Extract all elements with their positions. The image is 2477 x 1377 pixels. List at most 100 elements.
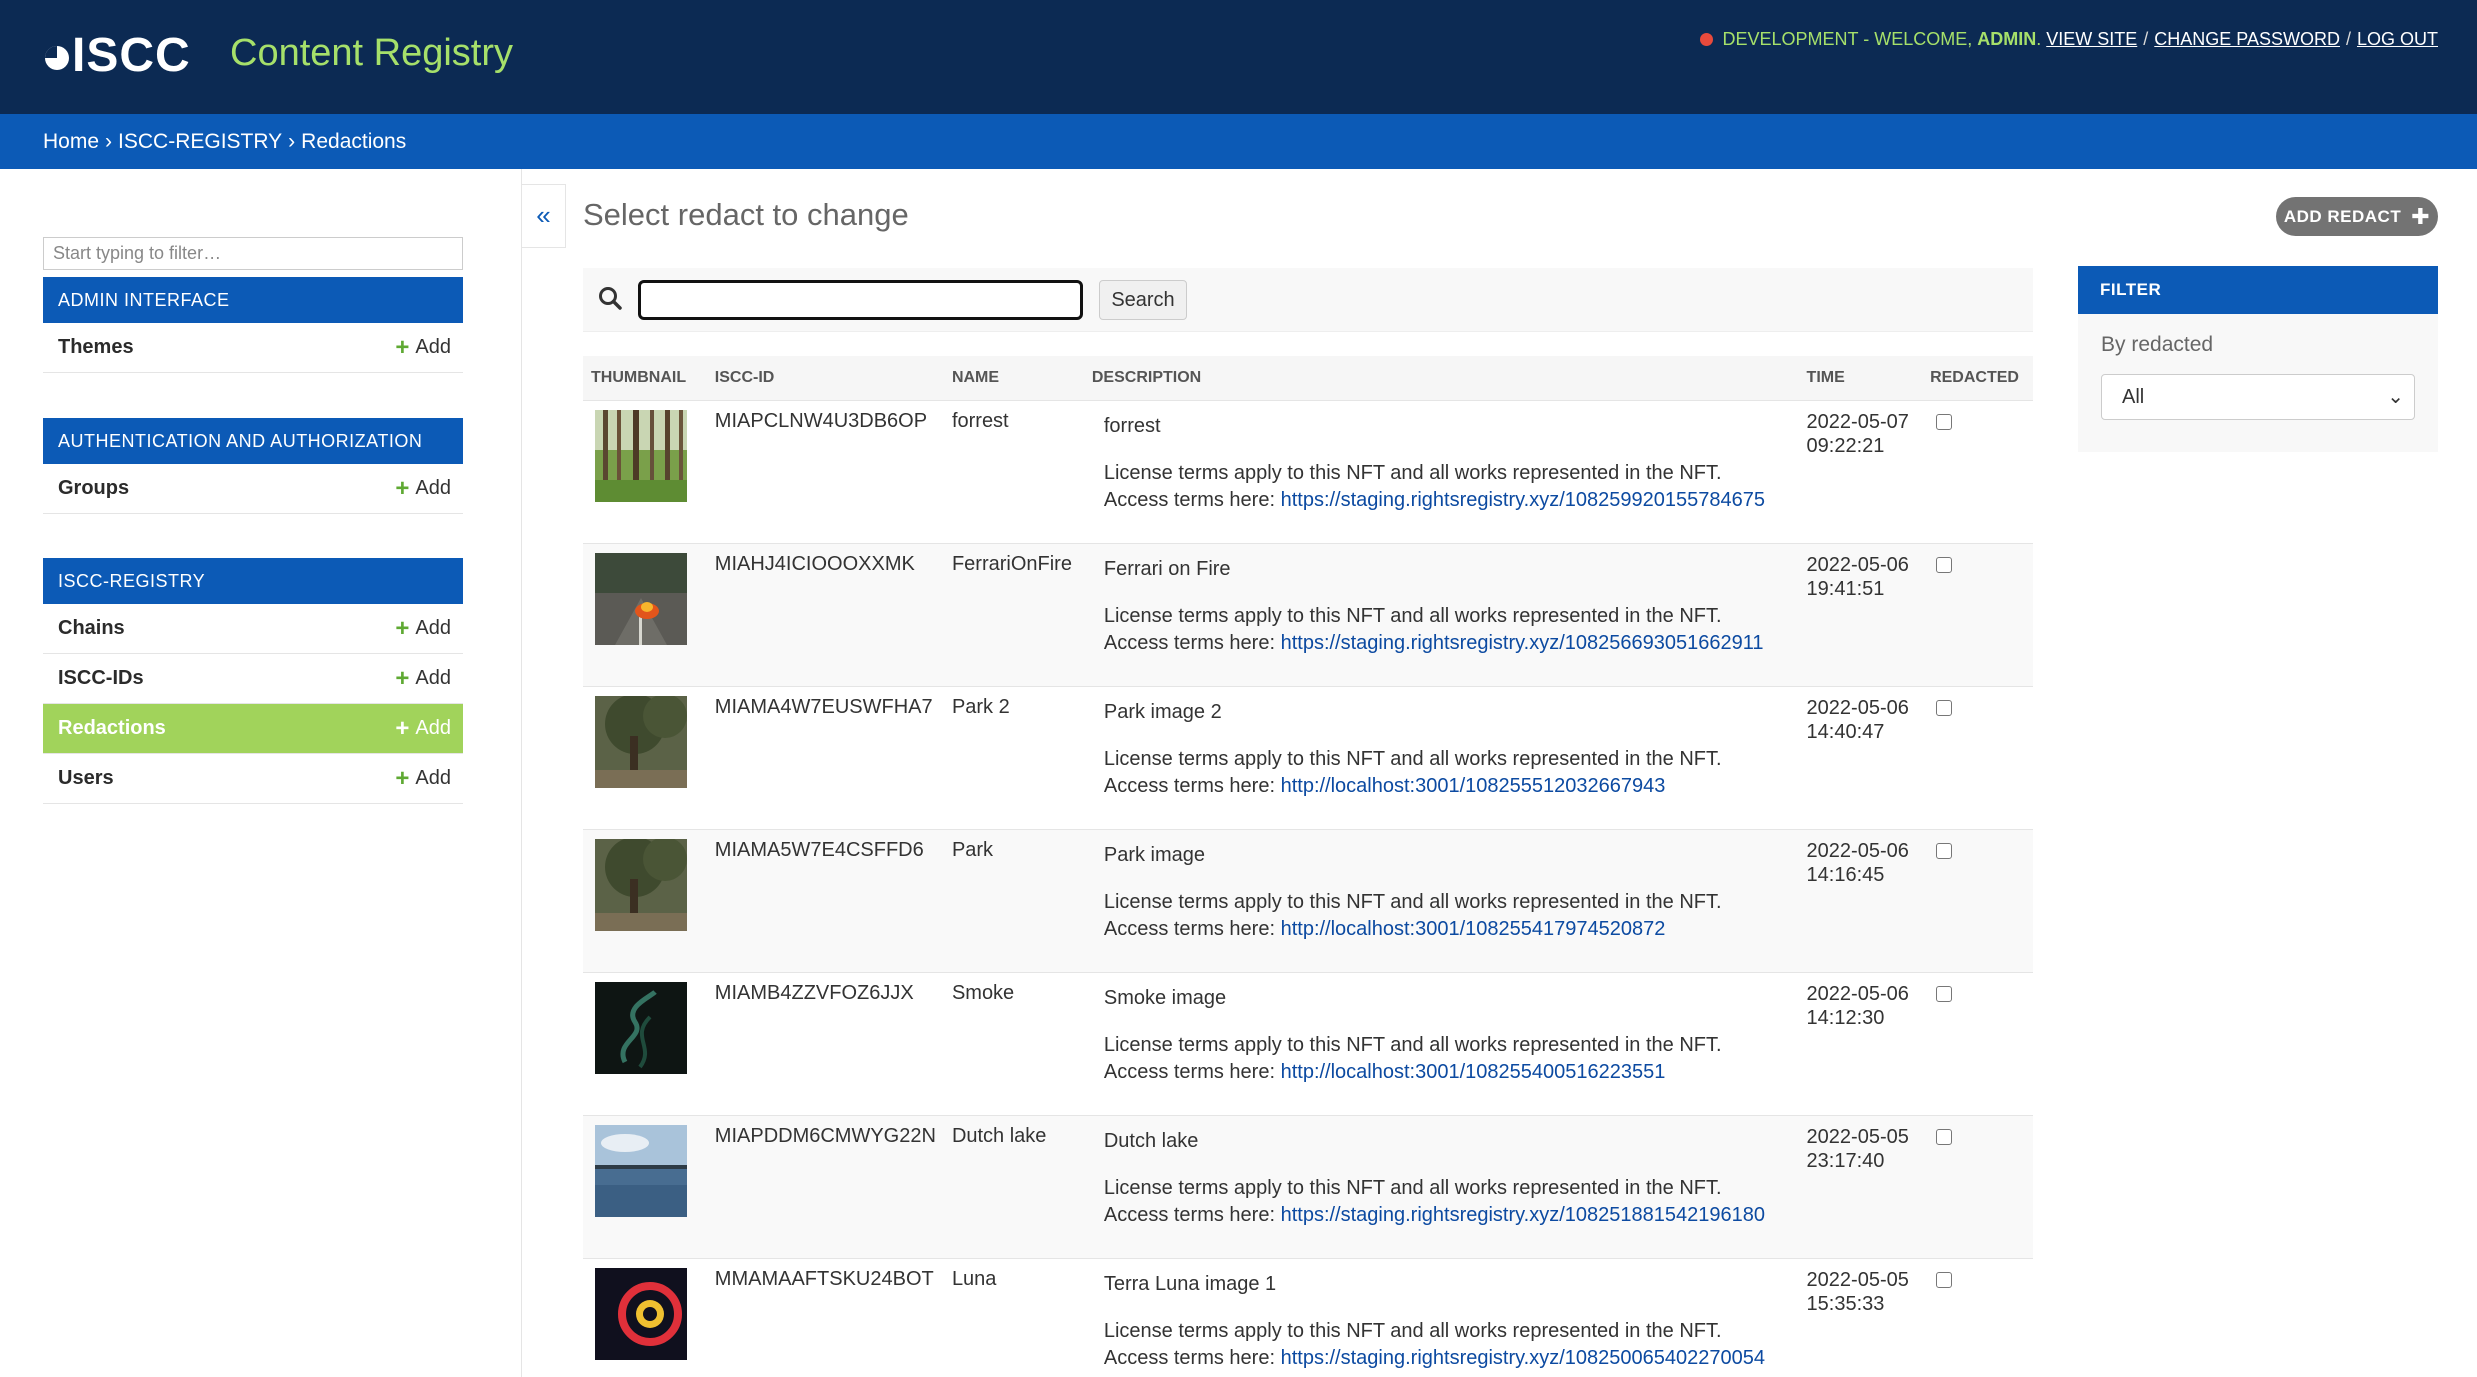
redacted-checkbox[interactable] bbox=[1936, 556, 1953, 573]
sidebar-item-label[interactable]: ISCC-IDs bbox=[58, 667, 144, 690]
iscc-id-cell[interactable]: MIAMB4ZZVFOZ6JJX bbox=[706, 972, 944, 1116]
add-redact-button[interactable]: ADD REDACT ✚ bbox=[2276, 197, 2438, 236]
add-redactions-button[interactable]: + Add bbox=[395, 715, 451, 743]
redacted-checkbox[interactable] bbox=[1936, 842, 1953, 859]
iscc-logo[interactable]: ISCC bbox=[44, 28, 191, 83]
redacted-checkbox[interactable] bbox=[1936, 1271, 1953, 1288]
column-header-description[interactable]: DESCRIPTION bbox=[1083, 356, 1799, 401]
name-text: FerrariOnFire bbox=[951, 552, 1072, 575]
iscc-id-cell[interactable]: MIAHJ4ICIOOOXXMK bbox=[706, 543, 944, 687]
plus-icon: + bbox=[395, 764, 410, 792]
collapse-sidebar-button[interactable]: « bbox=[522, 184, 566, 248]
access-terms-link[interactable]: https://staging.rightsregistry.xyz/10825… bbox=[1281, 489, 1765, 511]
thumbnail-image[interactable] bbox=[595, 1124, 687, 1217]
thumbnail-image[interactable] bbox=[595, 409, 687, 502]
date-text: 2022-05-06 bbox=[1806, 696, 1909, 719]
table-row[interactable]: MIAMB4ZZVFOZ6JJX Smoke Smoke image License … bbox=[583, 972, 2033, 1116]
breadcrumb-home[interactable]: Home bbox=[43, 130, 99, 153]
license-text: License terms apply to this NFT and all … bbox=[1103, 1176, 1722, 1199]
redacted-checkbox[interactable] bbox=[1936, 1128, 1953, 1145]
iscc-id-link[interactable]: MIAMB4ZZVFOZ6JJX bbox=[715, 982, 914, 1004]
add-users-button[interactable]: + Add bbox=[395, 765, 451, 793]
iscc-id-link[interactable]: MIAMA4W7EUSWFHA7 bbox=[715, 696, 933, 718]
description-cell: Park image License terms apply to this NF… bbox=[1083, 829, 1799, 973]
access-terms-link[interactable]: https://staging.rightsregistry.xyz/10825… bbox=[1281, 1347, 1765, 1369]
add-themes-button[interactable]: + Add bbox=[395, 334, 451, 362]
view-site-link[interactable]: VIEW SITE bbox=[2046, 29, 2137, 50]
column-header-name[interactable]: NAME bbox=[943, 356, 1084, 401]
time-text: 14:16:45 bbox=[1806, 863, 1885, 886]
log-out-link[interactable]: LOG OUT bbox=[2357, 29, 2438, 50]
breadcrumb-current: Redactions bbox=[301, 130, 407, 153]
thumbnail-image[interactable] bbox=[595, 838, 687, 931]
redacted-cell bbox=[1922, 543, 2033, 687]
add-chains-button[interactable]: + Add bbox=[395, 615, 451, 643]
nav-filter-input[interactable]: Start typing to filter… bbox=[43, 237, 463, 270]
access-prefix: Access terms here: bbox=[1103, 1203, 1281, 1226]
table-row[interactable]: MIAPCLNW4U3DB6OP forrest forrest License te… bbox=[583, 400, 2033, 544]
iscc-id-cell[interactable]: MIAMA5W7E4CSFFD6 bbox=[706, 829, 944, 973]
column-header-time[interactable]: TIME bbox=[1798, 356, 1923, 401]
sidebar-item-themes[interactable]: Themes + Add bbox=[43, 323, 463, 373]
thumbnail-image[interactable] bbox=[595, 695, 687, 788]
table-row[interactable]: MIAMA5W7E4CSFFD6 Park Park image License te… bbox=[583, 829, 2033, 973]
iscc-id-link[interactable]: MIAPDDM6CMWYG22N bbox=[715, 1125, 936, 1147]
redacted-checkbox[interactable] bbox=[1936, 985, 1953, 1002]
search-icon bbox=[599, 287, 622, 310]
search-button[interactable]: Search bbox=[1099, 280, 1187, 320]
iscc-id-link[interactable]: MIAMA5W7E4CSFFD6 bbox=[715, 839, 924, 861]
iscc-id-link[interactable]: MIAHJ4ICIOOOXXMK bbox=[715, 553, 915, 575]
time-text: 14:12:30 bbox=[1806, 1006, 1885, 1029]
status-dot-icon bbox=[1699, 33, 1713, 46]
table-header-row: THUMBNAIL ISCC-ID NAME DESCRIPTION TIME … bbox=[583, 356, 2033, 401]
sidebar-item-iscc-ids[interactable]: ISCC-IDs + Add bbox=[43, 654, 463, 704]
sidebar-item-label[interactable]: Users bbox=[58, 767, 114, 790]
iscc-id-link[interactable]: MMAMAAFTSKU24BOT bbox=[715, 1268, 934, 1290]
sidebar-item-label[interactable]: Chains bbox=[58, 617, 125, 640]
thumbnail-image[interactable] bbox=[595, 552, 687, 645]
change-password-link[interactable]: CHANGE PASSWORD bbox=[2154, 29, 2340, 50]
app-caption[interactable]: ISCC-REGISTRY bbox=[43, 558, 463, 604]
iscc-id-cell[interactable]: MIAMA4W7EUSWFHA7 bbox=[706, 686, 944, 830]
thumbnail-image[interactable] bbox=[595, 1267, 687, 1360]
add-groups-button[interactable]: + Add bbox=[395, 475, 451, 503]
thumbnail-cell bbox=[583, 1258, 707, 1377]
sidebar-item-label[interactable]: Themes bbox=[58, 336, 134, 359]
access-terms-link[interactable]: https://staging.rightsregistry.xyz/10825… bbox=[1281, 632, 1764, 654]
breadcrumb-app[interactable]: ISCC-REGISTRY bbox=[118, 130, 282, 153]
access-terms-link[interactable]: http://localhost:3001/108255417974520872 bbox=[1281, 918, 1666, 940]
table-row[interactable]: MMAMAAFTSKU24BOT Luna Terra Luna image 1 Li… bbox=[583, 1258, 2033, 1377]
redacted-filter-select[interactable]: All ⌄ bbox=[2101, 374, 2415, 420]
iscc-id-cell[interactable]: MIAPCLNW4U3DB6OP bbox=[706, 400, 944, 544]
table-row[interactable]: MIAMA4W7EUSWFHA7 Park 2 Park image 2 Licens… bbox=[583, 686, 2033, 830]
sidebar-item-users[interactable]: Users + Add bbox=[43, 754, 463, 804]
iscc-id-link[interactable]: MIAPCLNW4U3DB6OP bbox=[715, 410, 927, 432]
sidebar-item-label[interactable]: Redactions bbox=[58, 717, 166, 740]
date-text: 2022-05-07 bbox=[1806, 410, 1909, 433]
redacted-checkbox[interactable] bbox=[1936, 413, 1953, 430]
access-terms-link[interactable]: http://localhost:3001/108255512032667943 bbox=[1281, 775, 1666, 797]
add-iscc-ids-button[interactable]: + Add bbox=[395, 665, 451, 693]
redacted-cell bbox=[1922, 972, 2033, 1116]
table-row[interactable]: MIAHJ4ICIOOOXXMK FerrariOnFire Ferrari on … bbox=[583, 543, 2033, 687]
table-row[interactable]: MIAPDDM6CMWYG22N Dutch lake Dutch lake Lice… bbox=[583, 1115, 2033, 1259]
iscc-id-cell[interactable]: MIAPDDM6CMWYG22N bbox=[706, 1115, 944, 1259]
page-title: Select redact to change bbox=[583, 197, 909, 232]
access-terms-link[interactable]: http://localhost:3001/108255400516223551 bbox=[1281, 1061, 1666, 1083]
access-terms-link[interactable]: https://staging.rightsregistry.xyz/10825… bbox=[1281, 1204, 1765, 1226]
thumbnail-image[interactable] bbox=[595, 981, 687, 1074]
column-header-thumbnail[interactable]: THUMBNAIL bbox=[583, 356, 707, 401]
sidebar-item-label[interactable]: Groups bbox=[58, 477, 129, 500]
search-input[interactable] bbox=[638, 280, 1083, 320]
column-header-iscc-id[interactable]: ISCC-ID bbox=[706, 356, 944, 401]
site-name[interactable]: Content Registry bbox=[230, 32, 513, 75]
app-caption[interactable]: AUTHENTICATION AND AUTHORIZATION bbox=[43, 418, 463, 464]
iscc-id-cell[interactable]: MMAMAAFTSKU24BOT bbox=[706, 1258, 944, 1377]
app-caption[interactable]: ADMIN INTERFACE bbox=[43, 277, 463, 323]
redacted-checkbox[interactable] bbox=[1936, 699, 1953, 716]
sidebar-item-chains[interactable]: Chains + Add bbox=[43, 604, 463, 654]
description-body: License terms apply to this NFT and all … bbox=[1104, 1032, 1791, 1086]
sidebar-item-redactions[interactable]: Redactions + Add bbox=[43, 704, 463, 754]
sidebar-item-groups[interactable]: Groups + Add bbox=[43, 464, 463, 514]
column-header-redacted[interactable]: REDACTED bbox=[1922, 356, 2033, 401]
